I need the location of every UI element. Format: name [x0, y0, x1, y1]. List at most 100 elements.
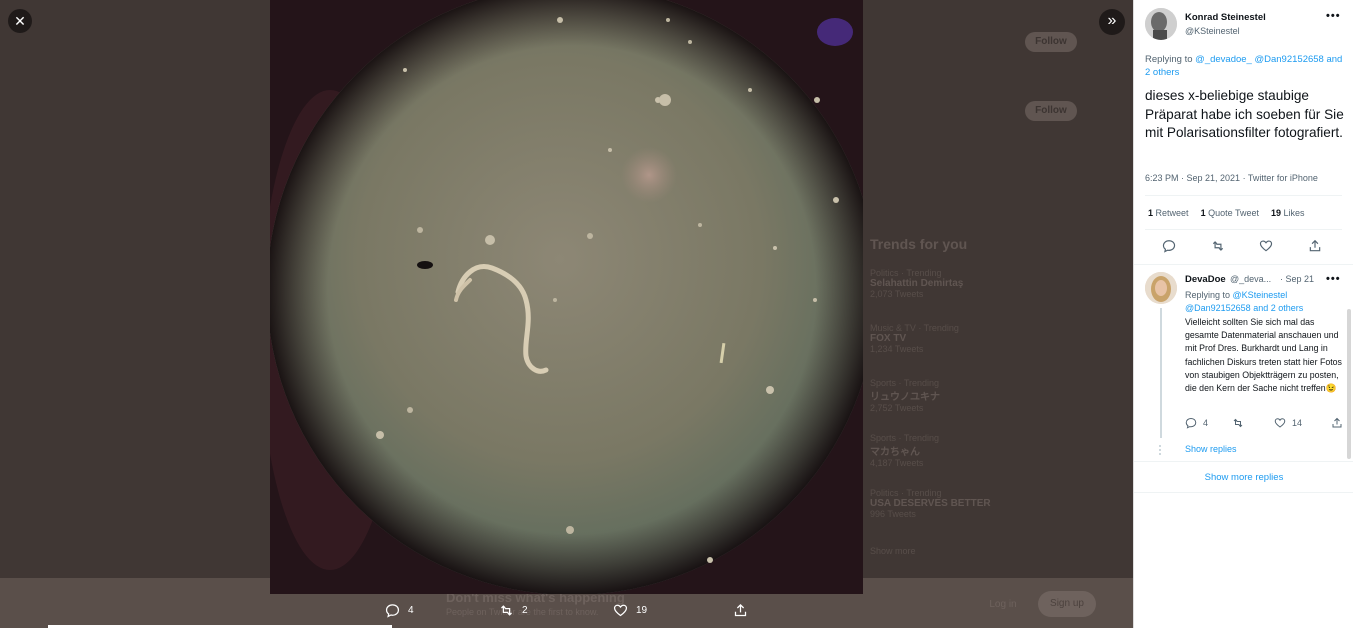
like-button[interactable]: [1259, 239, 1273, 253]
share-button[interactable]: [1308, 239, 1322, 253]
divider: [1145, 195, 1342, 196]
trend-context: Sports · Trending: [870, 378, 940, 388]
reply-icon: [385, 603, 400, 618]
replying-prefix: Replying to: [1185, 290, 1231, 300]
divider: [1145, 229, 1342, 230]
background-trend: Music & TV · Trending FOX TV 1,234 Tweets: [870, 323, 959, 354]
reply-like-button[interactable]: 14: [1274, 417, 1302, 429]
share-icon: [1332, 417, 1342, 428]
share-icon: [734, 603, 747, 616]
microscope-image: [270, 0, 863, 594]
reply-text: Vielleicht sollten Sie sich mal das gesa…: [1185, 317, 1342, 394]
heart-icon: [1274, 418, 1286, 428]
trend-count: 2,073 Tweets: [870, 289, 924, 299]
trend-context: Sports · Trending: [870, 433, 940, 443]
retweet-icon: [1212, 241, 1224, 251]
retweet-action[interactable]: 2: [499, 600, 528, 620]
quote-label: Quote Tweet: [1208, 208, 1259, 218]
more-icon: •••: [1326, 273, 1341, 285]
reply-avatar[interactable]: [1145, 272, 1177, 304]
reply-reply-count: 4: [1203, 418, 1209, 428]
author-handle[interactable]: @KSteinestel: [1185, 26, 1240, 36]
others-link[interactable]: and 2 others: [1253, 303, 1303, 313]
background-trend: Politics · Trending Selahattin Demirtaş 2,…: [870, 268, 963, 299]
reply-more-button[interactable]: •••: [1326, 273, 1341, 285]
reply-icon: [1185, 417, 1197, 429]
reply-like-count: 14: [1292, 418, 1303, 428]
reply-replying-to: Replying to @KSteinestel @Dan92152658 an…: [1185, 289, 1345, 315]
retweets-stat[interactable]: 1 Retweet: [1148, 208, 1189, 218]
trend-name: FOX TV: [870, 333, 907, 344]
trend-count: 4,187 Tweets: [870, 458, 924, 468]
retweet-count: 2: [522, 604, 528, 616]
trend-count: 996 Tweets: [870, 509, 916, 519]
author-name[interactable]: Konrad Steinestel: [1185, 12, 1266, 23]
author-avatar[interactable]: [1145, 8, 1177, 40]
heart-icon: [613, 604, 628, 616]
trend-name: USA DESERVES BETTER: [870, 498, 991, 509]
likes-label: Likes: [1283, 208, 1305, 218]
reply-action[interactable]: 4: [385, 600, 414, 620]
heart-icon: [1259, 240, 1273, 252]
author-avatar-image: [1145, 8, 1177, 40]
trend-context: Politics · Trending: [870, 268, 942, 278]
reply-reply-button[interactable]: 4: [1185, 417, 1208, 429]
reply-author-handle[interactable]: @_deva...: [1230, 274, 1271, 284]
reply-author-name[interactable]: DevaDoe: [1185, 274, 1226, 285]
chevrons-right-icon: »: [1107, 12, 1117, 29]
tweet-stats: 1 Retweet 1 Quote Tweet 19 Likes: [1148, 208, 1305, 218]
mention-link[interactable]: @Dan92152658: [1185, 303, 1251, 313]
trend-name: リュウノユキナ: [870, 392, 940, 403]
show-more-replies-button[interactable]: Show more replies: [1134, 461, 1353, 493]
tweet-photo[interactable]: [270, 0, 863, 594]
trend-context: Music & TV · Trending: [870, 323, 959, 333]
trend-count: 1,234 Tweets: [870, 344, 924, 354]
reply-button[interactable]: [1162, 239, 1176, 253]
reply-retweet-button[interactable]: [1232, 417, 1244, 429]
background-follow-button: Follow: [1025, 101, 1077, 121]
tweet-timestamp[interactable]: 6:23 PM · Sep 21, 2021 · Twitter for iPh…: [1145, 173, 1318, 183]
replying-prefix: Replying to: [1145, 54, 1193, 65]
likes-stat[interactable]: 19 Likes: [1271, 208, 1305, 218]
panel-scrollbar[interactable]: [1347, 309, 1351, 459]
more-options-button[interactable]: •••: [1326, 10, 1341, 22]
show-replies-link[interactable]: Show replies: [1185, 444, 1237, 454]
background-trends-title: Trends for you: [870, 236, 968, 252]
trend-name: マカちゃん: [870, 447, 920, 458]
reply-actions: 4 14: [1185, 417, 1345, 431]
background-follow-button: Follow: [1025, 32, 1077, 52]
retweet-button[interactable]: [1211, 239, 1225, 253]
background-trend: Sports · Trending リュウノユキナ 2,752 Tweets: [870, 378, 940, 413]
like-action[interactable]: 19: [613, 600, 647, 620]
background-show-more: Show more: [870, 546, 916, 556]
reply-share-button[interactable]: [1331, 417, 1343, 429]
background-trend: Politics · Trending USA DESERVES BETTER 99…: [870, 488, 991, 519]
mention-link[interactable]: @Dan92152658: [1254, 54, 1323, 65]
mention-link[interactable]: @KSteinestel: [1233, 290, 1288, 300]
share-action[interactable]: [733, 600, 748, 620]
trend-context: Politics · Trending: [870, 488, 942, 498]
reply-tweet[interactable]: DevaDoe @_deva... · Sep 21 ••• Replying …: [1134, 265, 1353, 461]
trend-name: Selahattin Demirtaş: [870, 278, 964, 289]
thread-continuation: [1159, 445, 1163, 455]
quote-count: 1: [1200, 208, 1206, 218]
mention-link[interactable]: @_devadoe_: [1195, 54, 1252, 65]
collapse-panel-button[interactable]: »: [1099, 9, 1125, 35]
tweet-actions: [1134, 239, 1353, 255]
close-icon: ✕: [14, 13, 26, 29]
tweet-detail-panel: Konrad Steinestel @KSteinestel ••• Reply…: [1133, 0, 1353, 628]
retweet-icon: [1233, 418, 1243, 428]
replying-to: Replying to @_devadoe_ @Dan92152658 and …: [1145, 53, 1345, 79]
share-icon: [1309, 239, 1321, 252]
close-lightbox-button[interactable]: ✕: [8, 9, 32, 33]
reply-icon: [1162, 240, 1176, 253]
reply-date[interactable]: · Sep 21: [1280, 274, 1314, 284]
like-count: 19: [636, 604, 648, 616]
retweets-count: 1: [1148, 208, 1154, 218]
more-icon: •••: [1326, 10, 1341, 22]
reply-count: 4: [408, 604, 414, 616]
thread-line: [1160, 308, 1162, 438]
background-trend: Sports · Trending マカちゃん 4,187 Tweets: [870, 433, 939, 468]
quote-tweets-stat[interactable]: 1 Quote Tweet: [1201, 208, 1259, 218]
login-button: Log in: [989, 599, 1017, 610]
